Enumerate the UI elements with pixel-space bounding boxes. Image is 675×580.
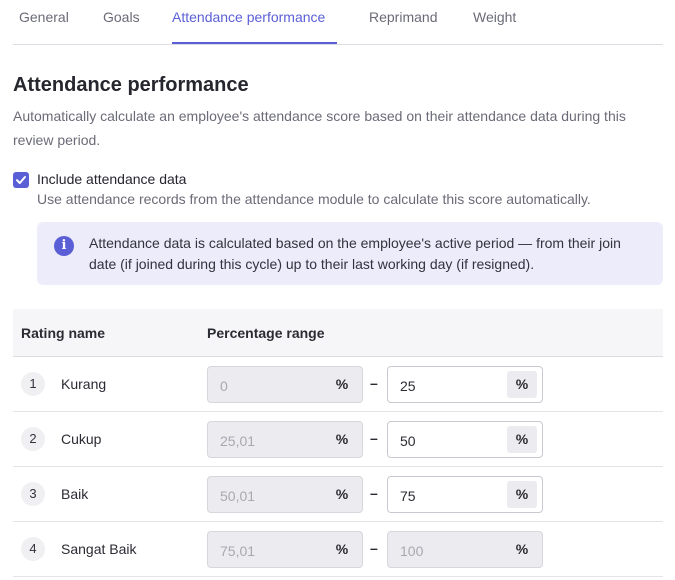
range-from-field: 75,01 %	[207, 531, 363, 568]
tab-general[interactable]: General	[19, 9, 69, 25]
percent-suffix: %	[335, 431, 349, 447]
rating-name: Cukup	[61, 431, 102, 447]
range-separator: –	[370, 485, 378, 501]
range-to-input[interactable]: 75 %	[387, 476, 543, 513]
percent-suffix: %	[507, 426, 537, 453]
table-row: 4 Sangat Baik 75,01 % – 100 %	[13, 522, 663, 577]
percent-suffix: %	[507, 481, 537, 508]
percent-suffix: %	[507, 371, 537, 398]
table-row: 1 Kurang 0 % – 25 %	[13, 357, 663, 412]
info-banner: i Attendance data is calculated based on…	[37, 222, 663, 285]
percent-suffix: %	[335, 376, 349, 392]
percent-suffix: %	[335, 541, 349, 557]
range-separator: –	[370, 540, 378, 556]
table-header: Rating name Percentage range	[13, 309, 663, 357]
include-attendance-label[interactable]: Include attendance data	[37, 171, 186, 187]
range-from-value: 75,01	[220, 543, 256, 559]
section-title: Attendance performance	[13, 74, 249, 96]
rating-name: Baik	[61, 486, 89, 502]
range-to-value[interactable]: 25	[400, 378, 416, 394]
range-from-field: 50,01 %	[207, 476, 363, 513]
range-from-value: 50,01	[220, 488, 256, 504]
rating-name: Sangat Baik	[61, 541, 137, 557]
rating-name: Kurang	[61, 376, 107, 392]
info-banner-text: Attendance data is calculated based on t…	[89, 235, 621, 272]
row-number: 1	[21, 372, 45, 396]
info-icon: i	[54, 236, 74, 256]
tab-attendance-performance[interactable]: Attendance performance	[172, 9, 325, 25]
table-row: 3 Baik 50,01 % – 75 %	[13, 467, 663, 522]
row-number: 3	[21, 482, 45, 506]
percent-suffix: %	[515, 541, 529, 557]
table-row: 2 Cukup 25,01 % – 50 %	[13, 412, 663, 467]
range-to-value: 100	[400, 543, 424, 559]
include-attendance-checkbox[interactable]	[13, 172, 29, 188]
range-from-value: 0	[220, 378, 228, 394]
range-to-value[interactable]: 50	[400, 433, 416, 449]
range-to-value[interactable]: 75	[400, 488, 416, 504]
range-from-field: 25,01 %	[207, 421, 363, 458]
column-header-rating-name: Rating name	[21, 325, 106, 341]
row-number: 4	[21, 537, 45, 561]
row-number: 2	[21, 427, 45, 451]
section-description: Automatically calculate an employee's at…	[13, 108, 626, 148]
tab-bar: General Goals Attendance performance Rep…	[13, 0, 663, 45]
range-to-input[interactable]: 50 %	[387, 421, 543, 458]
range-from-value: 25,01	[220, 433, 256, 449]
include-attendance-help: Use attendance records from the attendan…	[37, 191, 591, 207]
range-separator: –	[370, 430, 378, 446]
active-tab-indicator	[172, 42, 337, 44]
range-to-input[interactable]: 25 %	[387, 366, 543, 403]
range-to-field: 100 %	[387, 531, 543, 568]
range-separator: –	[370, 375, 378, 391]
tab-goals[interactable]: Goals	[103, 9, 140, 25]
tab-reprimand[interactable]: Reprimand	[369, 9, 437, 25]
checkmark-icon	[16, 176, 26, 184]
column-header-percentage-range: Percentage range	[207, 325, 325, 341]
tab-weight[interactable]: Weight	[473, 9, 516, 25]
percent-suffix: %	[335, 486, 349, 502]
range-from-field: 0 %	[207, 366, 363, 403]
